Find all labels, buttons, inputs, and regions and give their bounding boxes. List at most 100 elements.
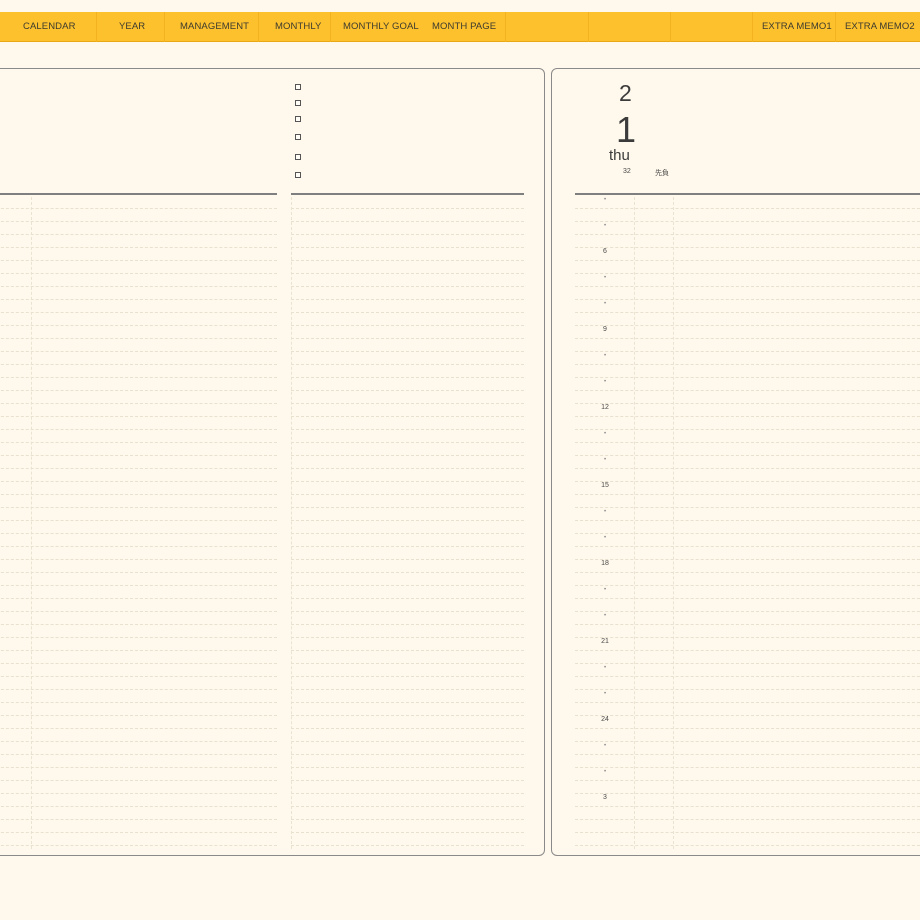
- ruled-line: [291, 234, 524, 235]
- schedule-line: [575, 455, 920, 456]
- todo-checkbox[interactable]: [295, 116, 301, 122]
- tab-monthly[interactable]: MONTHLY: [275, 12, 321, 42]
- tab-separator: [670, 12, 671, 42]
- schedule-line: [575, 507, 920, 508]
- schedule-line: [575, 611, 920, 612]
- ruled-line: [0, 364, 277, 365]
- time-tick: •: [603, 353, 607, 359]
- ruled-line: [291, 455, 524, 456]
- tab-month-page[interactable]: MONTH PAGE: [432, 12, 496, 42]
- ruled-line: [291, 676, 524, 677]
- todo-checkbox[interactable]: [295, 172, 301, 178]
- ruled-line: [0, 325, 277, 326]
- time-tick: •: [603, 197, 607, 203]
- ruled-line: [291, 754, 524, 755]
- ruled-line: [291, 598, 524, 599]
- schedule-line: [575, 585, 920, 586]
- ruled-line: [291, 468, 524, 469]
- ruled-line: [291, 689, 524, 690]
- ruled-line: [291, 416, 524, 417]
- schedule-line: [575, 234, 920, 235]
- ruled-line: [0, 572, 277, 573]
- tab-management[interactable]: MANAGEMENT: [180, 12, 249, 42]
- ruled-line: [291, 364, 524, 365]
- hour-label: 6: [603, 248, 607, 255]
- ruled-line: [291, 663, 524, 664]
- time-tick: •: [603, 223, 607, 229]
- todo-checkbox[interactable]: [295, 134, 301, 140]
- ruled-line: [291, 273, 524, 274]
- left-notebook-page: [0, 68, 545, 856]
- schedule-line: [575, 832, 920, 833]
- schedule-line: [575, 208, 920, 209]
- section-divider-left: [0, 193, 277, 195]
- schedule-line: [575, 416, 920, 417]
- ruled-line: [291, 741, 524, 742]
- todo-checkbox[interactable]: [295, 100, 301, 106]
- ruled-line: [291, 715, 524, 716]
- ruled-line: [0, 767, 277, 768]
- schedule-line: [575, 624, 920, 625]
- ruled-line: [291, 806, 524, 807]
- time-tick: •: [603, 587, 607, 593]
- ruled-line: [0, 455, 277, 456]
- schedule-line: [575, 546, 920, 547]
- ruled-line: [0, 390, 277, 391]
- ruled-line: [291, 351, 524, 352]
- ruled-line: [291, 377, 524, 378]
- ruled-line: [291, 767, 524, 768]
- ruled-line: [291, 429, 524, 430]
- ruled-line: [291, 572, 524, 573]
- tab-separator: [96, 12, 97, 42]
- ruled-line: [0, 663, 277, 664]
- time-tick: •: [603, 509, 607, 515]
- schedule-divider: [575, 193, 920, 195]
- ruled-line: [0, 611, 277, 612]
- ruled-line: [0, 832, 277, 833]
- tab-extra-memo2[interactable]: EXTRA MEMO2: [845, 12, 915, 42]
- tab-separator: [752, 12, 753, 42]
- schedule-line: [575, 260, 920, 261]
- schedule-line: [575, 364, 920, 365]
- ruled-line: [0, 494, 277, 495]
- ruled-line: [0, 377, 277, 378]
- tab-year[interactable]: YEAR: [119, 12, 145, 42]
- tab-separator: [835, 12, 836, 42]
- time-tick: •: [603, 275, 607, 281]
- schedule-line: [575, 533, 920, 534]
- schedule-line: [575, 572, 920, 573]
- tab-separator: [258, 12, 259, 42]
- ruled-line: [291, 208, 524, 209]
- schedule-line: [575, 520, 920, 521]
- guide-line: [291, 197, 292, 849]
- ruled-line: [0, 520, 277, 521]
- schedule-line: [575, 819, 920, 820]
- time-tick: •: [603, 431, 607, 437]
- month-number: 2: [619, 80, 632, 106]
- time-tick: •: [603, 613, 607, 619]
- tab-separator: [505, 12, 506, 42]
- time-tick: •: [603, 691, 607, 697]
- schedule-line: [575, 325, 920, 326]
- guide-line: [31, 197, 32, 849]
- time-tick: •: [603, 301, 607, 307]
- ruled-line: [0, 416, 277, 417]
- hour-label: 12: [601, 404, 609, 411]
- ruled-line: [0, 624, 277, 625]
- hour-label: 24: [601, 716, 609, 723]
- ruled-line: [291, 390, 524, 391]
- tab-extra-memo1[interactable]: EXTRA MEMO1: [762, 12, 832, 42]
- schedule-line: [575, 403, 920, 404]
- tab-monthly-goal[interactable]: MONTHLY GOAL: [343, 12, 419, 42]
- ruled-line: [291, 533, 524, 534]
- ruled-line: [291, 338, 524, 339]
- tab-calendar[interactable]: CALENDAR: [23, 12, 76, 42]
- todo-checkbox[interactable]: [295, 154, 301, 160]
- top-nav-bar: CALENDAR YEAR MANAGEMENT MONTHLY MONTHLY…: [0, 12, 920, 42]
- todo-checkbox[interactable]: [295, 84, 301, 90]
- ruled-line: [0, 715, 277, 716]
- hour-label: 15: [601, 482, 609, 489]
- guide-line: [673, 197, 674, 849]
- schedule-line: [575, 351, 920, 352]
- ruled-line: [291, 650, 524, 651]
